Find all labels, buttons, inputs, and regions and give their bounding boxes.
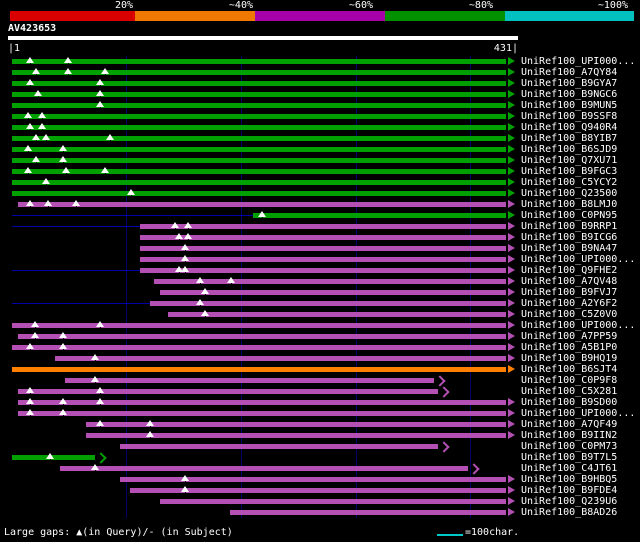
- hit-label[interactable]: UniRef100_C4JT61: [521, 463, 617, 474]
- hit-label[interactable]: UniRef100_B9MUN5: [521, 100, 617, 111]
- hit-label[interactable]: UniRef100_B9NA47: [521, 243, 617, 254]
- hit-label[interactable]: UniRef100_B6SJD9: [521, 144, 617, 155]
- hit-label[interactable]: UniRef100_Q23500: [521, 188, 617, 199]
- hit-label[interactable]: UniRef100_B9IIN2: [521, 430, 617, 441]
- hit-label[interactable]: UniRef100_C0P9F8: [521, 375, 617, 386]
- hit-label[interactable]: UniRef100_B8LMJ0: [521, 199, 617, 210]
- hit-label[interactable]: UniRef100_B8AD26: [521, 507, 617, 518]
- scale-legend-line-icon: [437, 534, 463, 536]
- blast-overview-screen: 20% ~40% ~60% ~80% ~100% AV423653 |1 431| Un…: [0, 0, 640, 542]
- hit-label[interactable]: UniRef100_B9RRP1: [521, 221, 617, 232]
- hit-label[interactable]: UniRef100_C0PM73: [521, 441, 617, 452]
- hit-label[interactable]: UniRef100_B9GYA7: [521, 78, 617, 89]
- hit-label[interactable]: UniRef100_UPI000...: [521, 320, 635, 331]
- hit-label[interactable]: UniRef100_B8YIB7: [521, 133, 617, 144]
- hit-label[interactable]: UniRef100_A7QV48: [521, 276, 617, 287]
- hit-labels-column: UniRef100_UPI000... UniRef100_A7QY84 UniRe…: [0, 0, 640, 542]
- gaps-legend: Large gaps: ▲(in Query)/- (in Subject): [4, 527, 233, 538]
- hit-label[interactable]: UniRef100_B9SSF8: [521, 111, 617, 122]
- hit-label[interactable]: UniRef100_B6SJT4: [521, 364, 617, 375]
- hit-label[interactable]: UniRef100_Q239U6: [521, 496, 617, 507]
- hit-label[interactable]: UniRef100_Q9FHE2: [521, 265, 617, 276]
- hit-label[interactable]: UniRef100_UPI000...: [521, 56, 635, 67]
- hit-label[interactable]: UniRef100_A7PP59: [521, 331, 617, 342]
- hit-label[interactable]: UniRef100_B9HBQ5: [521, 474, 617, 485]
- hit-label[interactable]: UniRef100_B9T7L5: [521, 452, 617, 463]
- hit-label[interactable]: UniRef100_C0PN95: [521, 210, 617, 221]
- hit-label[interactable]: UniRef100_B9FGC3: [521, 166, 617, 177]
- hit-label[interactable]: UniRef100_B9SD00: [521, 397, 617, 408]
- hit-label[interactable]: UniRef100_Q940R4: [521, 122, 617, 133]
- hit-label[interactable]: UniRef100_B9FVJ7: [521, 287, 617, 298]
- hit-label[interactable]: UniRef100_Q7XU71: [521, 155, 617, 166]
- scale-legend-text: =100char.: [465, 527, 520, 538]
- hit-label[interactable]: UniRef100_C5X281: [521, 386, 617, 397]
- hit-label[interactable]: UniRef100_UPI000...: [521, 254, 635, 265]
- hit-label[interactable]: UniRef100_A2Y6F2: [521, 298, 617, 309]
- hit-label[interactable]: UniRef100_UPI000...: [521, 408, 635, 419]
- hit-label[interactable]: UniRef100_C5YCY2: [521, 177, 617, 188]
- hit-label[interactable]: UniRef100_A5B1P0: [521, 342, 617, 353]
- hit-label[interactable]: UniRef100_B9NGC6: [521, 89, 617, 100]
- hit-label[interactable]: UniRef100_B9ICG6: [521, 232, 617, 243]
- hit-label[interactable]: UniRef100_C5Z0V0: [521, 309, 617, 320]
- hit-label[interactable]: UniRef100_B9HQ19: [521, 353, 617, 364]
- hit-label[interactable]: UniRef100_A7QF49: [521, 419, 617, 430]
- hit-label[interactable]: UniRef100_B9FDE4: [521, 485, 617, 496]
- hit-label[interactable]: UniRef100_A7QY84: [521, 67, 617, 78]
